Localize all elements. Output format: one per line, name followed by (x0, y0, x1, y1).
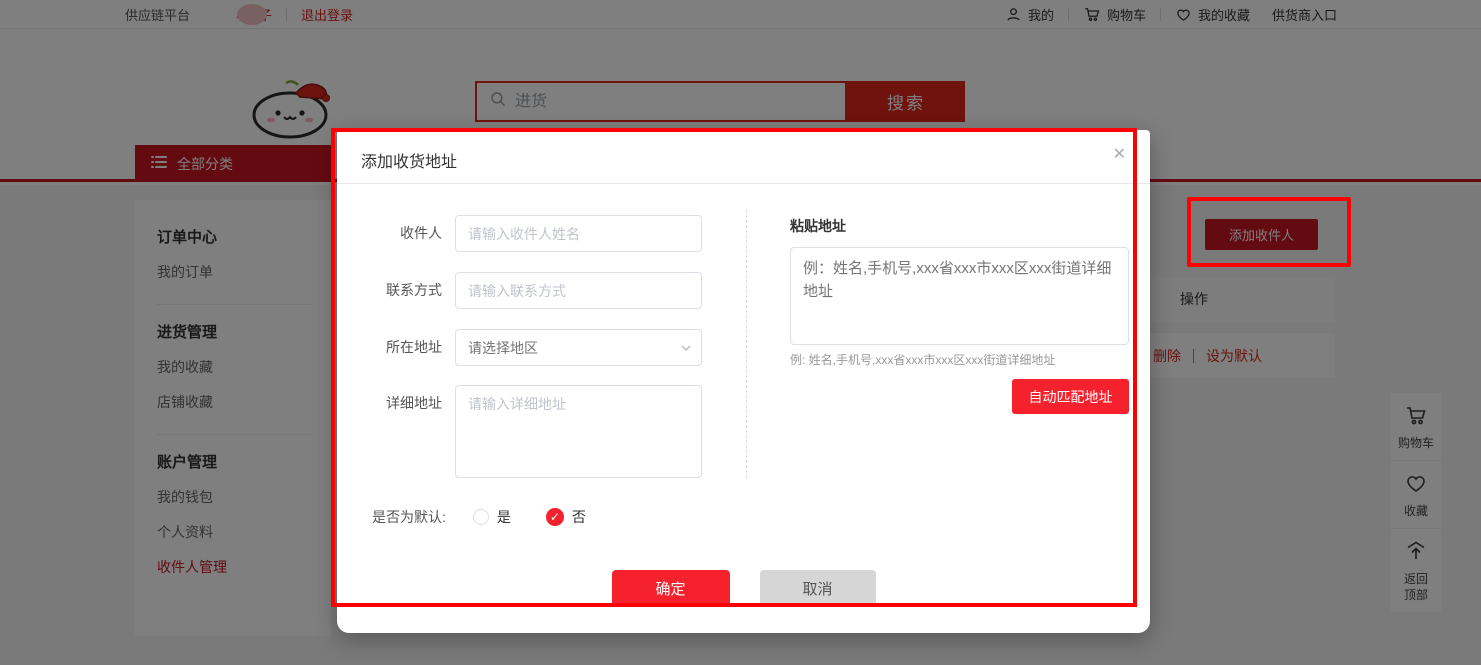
auto-match-address-button[interactable]: 自动匹配地址 (1012, 379, 1129, 414)
add-address-modal: 添加收货地址 ✕ 收件人 联系方式 所在地址 详细地址 粘贴地址 例: 姓名,手… (337, 130, 1150, 633)
detail-address-label: 详细地址 (360, 385, 442, 422)
paste-address-textarea[interactable] (790, 247, 1129, 345)
radio-unchecked-icon (473, 509, 489, 525)
detail-address-textarea[interactable] (455, 385, 702, 478)
region-select[interactable] (455, 329, 702, 366)
radio-default-yes[interactable]: 是 (473, 507, 511, 527)
recipient-label: 收件人 (360, 215, 442, 252)
column-divider (746, 210, 747, 478)
default-radio-row: 是否为默认: 是 ✓ 否 (372, 507, 586, 527)
confirm-button[interactable]: 确定 (612, 570, 730, 606)
close-icon[interactable]: ✕ (1113, 147, 1126, 163)
region-select-input[interactable] (455, 329, 702, 366)
radio-checked-icon: ✓ (546, 508, 564, 526)
modal-header: 添加收货地址 ✕ (337, 130, 1150, 184)
paste-address-label: 粘贴地址 (790, 216, 846, 236)
recipient-input[interactable] (455, 215, 702, 252)
modal-title: 添加收货地址 (361, 148, 457, 172)
radio-default-no[interactable]: ✓ 否 (546, 507, 586, 527)
region-label: 所在地址 (360, 329, 442, 366)
is-default-label: 是否为默认: (372, 507, 446, 527)
paste-address-hint: 例: 姓名,手机号,xxx省xxx市xxx区xxx街道详细地址 (790, 351, 1055, 368)
cancel-button[interactable]: 取消 (760, 570, 876, 606)
contact-input[interactable] (455, 272, 702, 309)
modal-footer: 确定 取消 (337, 570, 1150, 606)
contact-label: 联系方式 (360, 272, 442, 309)
